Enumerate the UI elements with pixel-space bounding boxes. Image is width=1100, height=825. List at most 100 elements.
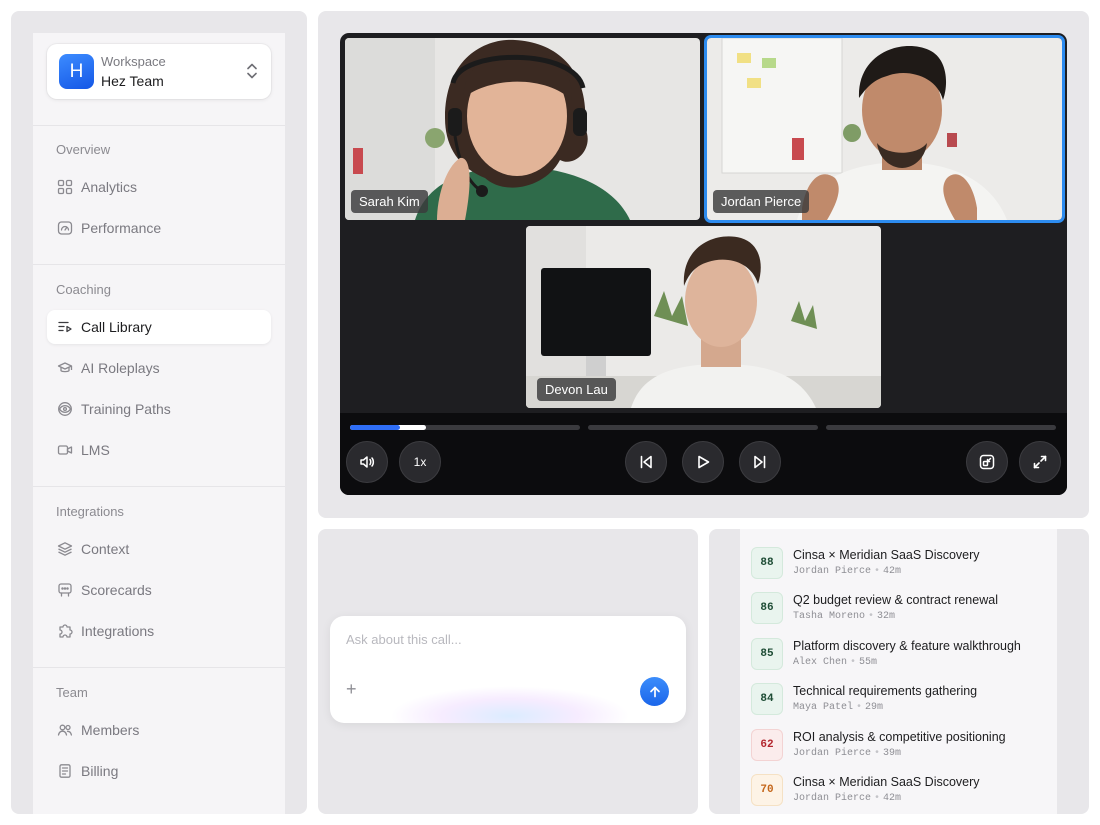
call-duration: 29m — [865, 702, 884, 713]
call-title: ROI analysis & competitive positioning — [793, 730, 1006, 744]
chevron-up-down-icon — [247, 63, 257, 79]
participant-name-tag: Devon Lau — [537, 378, 616, 401]
call-list-item[interactable]: 62 ROI analysis & competitive positioning… — [751, 727, 1051, 767]
chat-box: + — [330, 616, 686, 723]
skip-forward-button[interactable] — [739, 441, 781, 483]
receipt-icon — [59, 764, 71, 778]
call-duration: 42m — [883, 566, 902, 577]
call-duration: 39m — [883, 748, 902, 759]
sidebar-item-label: LMS — [81, 442, 110, 458]
picture-in-picture-button[interactable] — [966, 441, 1008, 483]
playback-speed-button[interactable]: 1x — [399, 441, 441, 483]
call-meta: Alex Chen • 55m — [793, 657, 877, 668]
play-button[interactable] — [682, 441, 724, 483]
send-button[interactable] — [640, 677, 669, 706]
sidebar-item-label: Scorecards — [81, 582, 152, 598]
sidebar-item-billing[interactable]: Billing — [47, 754, 271, 788]
progress-segment[interactable] — [350, 425, 580, 430]
sidebar-item-label: Members — [81, 722, 140, 738]
call-rep: Alex Chen — [793, 657, 848, 668]
call-list-item[interactable]: 70 Cinsa × Meridian SaaS Discovery Jordan … — [751, 772, 1051, 812]
call-rep: Jordan Pierce — [793, 793, 872, 804]
progress-segment[interactable] — [588, 425, 818, 430]
call-meta: Jordan Pierce • 42m — [793, 793, 901, 804]
volume-button[interactable] — [346, 441, 388, 483]
divider — [33, 486, 285, 487]
chat-glow — [390, 686, 630, 723]
section-label-team: Team — [56, 685, 88, 700]
divider — [33, 667, 285, 668]
call-title: Cinsa × Meridian SaaS Discovery — [793, 775, 980, 789]
separator-dot: • — [874, 748, 881, 759]
sidebar-item-scorecards[interactable]: Scorecards — [47, 573, 271, 607]
sidebar-item-lms[interactable]: LMS — [47, 433, 271, 467]
puzzle-icon — [59, 624, 73, 638]
call-rep: Jordan Pierce — [793, 566, 872, 577]
call-score-badge: 85 — [751, 638, 783, 670]
call-list-item[interactable]: 86 Q2 budget review & contract renewal Tas… — [751, 590, 1051, 630]
sidebar-item-call-library[interactable]: Call Library — [47, 310, 271, 344]
call-rep: Jordan Pierce — [793, 748, 872, 759]
sidebar-item-performance[interactable]: Performance — [47, 211, 271, 245]
call-title: Cinsa × Meridian SaaS Discovery — [793, 548, 980, 562]
sidebar-item-label: Integrations — [81, 623, 155, 639]
divider — [33, 264, 285, 265]
workspace-name: Hez Team — [101, 73, 164, 89]
sidebar-item-label: Context — [81, 541, 130, 557]
calls-panel: 88 Cinsa × Meridian SaaS Discovery Jordan … — [709, 529, 1089, 814]
workspace-logo: H — [59, 54, 94, 89]
calls-list: 88 Cinsa × Meridian SaaS Discovery Jordan … — [740, 529, 1057, 814]
call-title: Technical requirements gathering — [793, 684, 978, 698]
skip-forward-icon — [754, 455, 766, 469]
sidebar-item-integrations[interactable]: Integrations — [47, 614, 271, 648]
pip-icon — [979, 454, 995, 470]
sidebar-item-ai-roleplays[interactable]: AI Roleplays — [47, 351, 271, 385]
users-icon — [57, 724, 73, 736]
arrow-up-icon — [649, 686, 660, 697]
add-attachment-button[interactable]: + — [346, 680, 357, 698]
sidebar-item-label: Performance — [81, 220, 162, 236]
sidebar-item-members[interactable]: Members — [47, 713, 271, 747]
separator-dot: • — [874, 566, 881, 577]
participant-tile-devon-lau[interactable]: Devon Lau — [526, 226, 881, 408]
scorecard-icon — [58, 583, 72, 597]
separator-dot: • — [856, 702, 863, 713]
call-player: Sarah Kim Jordan Pierce Devon Lau 1x — [340, 33, 1067, 495]
call-meta: Jordan Pierce • 42m — [793, 566, 901, 577]
call-meta: Jordan Pierce • 39m — [793, 748, 901, 759]
sidebar-item-context[interactable]: Context — [47, 532, 271, 566]
chat-input[interactable] — [346, 632, 646, 647]
call-rep: Tasha Moreno — [793, 611, 866, 622]
section-label-overview: Overview — [56, 142, 111, 157]
progress-segment[interactable] — [826, 425, 1056, 430]
call-score-badge: 70 — [751, 774, 783, 806]
call-list-item[interactable]: 85 Platform discovery & feature walkthrou… — [751, 636, 1051, 676]
skip-back-button[interactable] — [625, 441, 667, 483]
call-title: Platform discovery & feature walkthrough — [793, 639, 1021, 653]
call-meta: Tasha Moreno • 32m — [793, 611, 895, 622]
participant-tile-jordan-pierce[interactable]: Jordan Pierce — [707, 38, 1062, 220]
sidebar-item-training-paths[interactable]: Training Paths — [47, 392, 271, 426]
sidebar: H Workspace Hez Team Overview Analytics … — [33, 33, 285, 814]
call-title: Q2 budget review & contract renewal — [793, 593, 998, 607]
separator-dot: • — [874, 793, 881, 804]
player-controls: 1x — [340, 413, 1067, 495]
participant-name-tag: Sarah Kim — [351, 190, 428, 213]
call-score-badge: 62 — [751, 729, 783, 761]
grid-icon — [57, 179, 73, 195]
participant-tile-sarah-kim[interactable]: Sarah Kim — [345, 38, 700, 220]
call-score-badge: 84 — [751, 683, 783, 715]
participant-name-tag: Jordan Pierce — [713, 190, 810, 213]
fullscreen-button[interactable] — [1019, 441, 1061, 483]
expand-icon — [1033, 455, 1047, 469]
sidebar-item-label: Analytics — [81, 179, 138, 195]
divider — [33, 125, 285, 126]
call-list-item[interactable]: 88 Cinsa × Meridian SaaS Discovery Jordan … — [751, 545, 1051, 585]
workspace-switcher[interactable]: H Workspace Hez Team — [47, 44, 271, 99]
layers-icon — [57, 542, 73, 556]
chat-panel: + — [318, 529, 698, 814]
sidebar-item-label: AI Roleplays — [81, 360, 160, 376]
call-list-item[interactable]: 84 Technical requirements gathering Maya P… — [751, 681, 1051, 721]
sidebar-item-analytics[interactable]: Analytics — [47, 170, 271, 204]
progress-marker — [350, 425, 400, 430]
